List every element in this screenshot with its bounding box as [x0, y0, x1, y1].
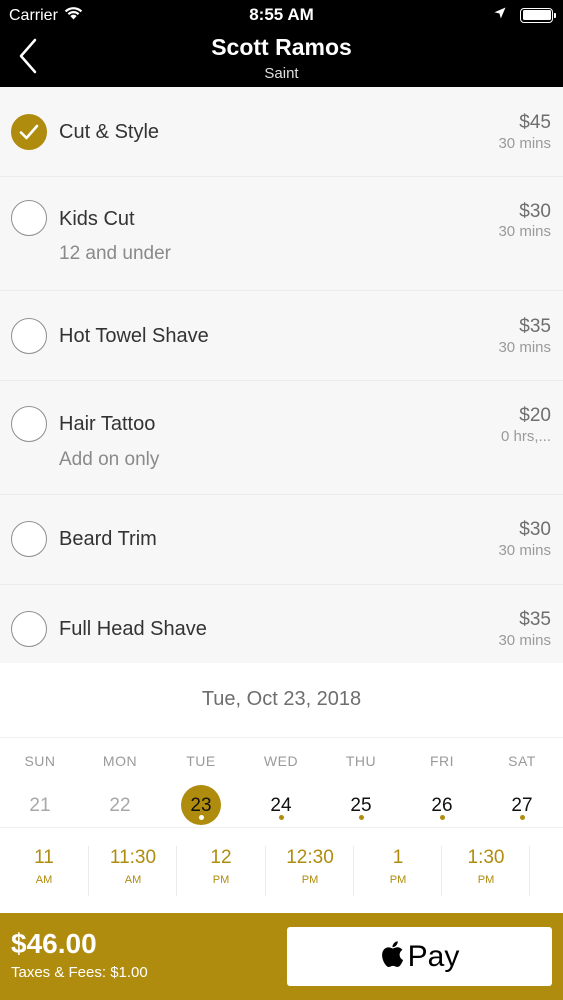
checkbox-checked[interactable]: [11, 114, 47, 150]
service-note: 12 and under: [59, 243, 171, 264]
service-row-full-head-shave[interactable]: Full Head Shave $35 30 mins: [0, 585, 563, 663]
checkbox-unchecked[interactable]: [11, 611, 47, 647]
page-title: Scott Ramos: [211, 34, 352, 60]
checkout-footer: $46.00 Taxes & Fees: $1.00 Pay: [0, 913, 563, 1000]
checkbox-unchecked[interactable]: [11, 406, 47, 442]
service-duration: 0 hrs,...: [500, 428, 551, 445]
day-wed[interactable]: WED 24: [241, 738, 321, 828]
time-period: PM: [301, 874, 319, 886]
time-slot-picker: 11 AM 11:30 AM 12 PM 12:30 PM 1 PM 1:30 …: [0, 828, 563, 913]
service-row-hair-tattoo[interactable]: Hair Tattoo Add on only $20 0 hrs,...: [0, 381, 563, 495]
time-slot-130pm[interactable]: 1:30 PM: [441, 846, 529, 896]
time-slot-1130am[interactable]: 11:30 AM: [88, 846, 176, 896]
nav-bar: Scott Ramos Saint: [0, 30, 563, 87]
service-name: Hot Towel Shave: [59, 325, 209, 347]
pay-label: Pay: [407, 939, 460, 973]
service-name: Cut & Style: [59, 121, 160, 143]
day-number: 26: [431, 795, 453, 816]
service-price: $35: [519, 609, 551, 630]
day-name: WED: [263, 753, 299, 769]
service-price: $35: [519, 316, 551, 337]
service-price: $45: [519, 112, 551, 133]
time-value: 12:30: [286, 847, 334, 868]
time-period: PM: [389, 874, 407, 886]
time-value: 1: [392, 847, 404, 868]
day-number: 21: [29, 795, 51, 816]
availability-dot: [279, 815, 284, 820]
checkmark-icon: [19, 124, 39, 140]
day-number: 27: [511, 795, 533, 816]
taxes-fees-label: Taxes & Fees: $1.00: [11, 964, 148, 981]
day-mon[interactable]: MON 22: [80, 738, 160, 828]
time-slot-1pm[interactable]: 1 PM: [353, 846, 441, 896]
location-arrow-icon: [494, 6, 506, 24]
day-sun[interactable]: SUN 21: [0, 738, 80, 828]
day-sat[interactable]: SAT 27: [482, 738, 562, 828]
time-slot-1230pm[interactable]: 12:30 PM: [265, 846, 353, 896]
day-name: TUE: [186, 753, 216, 769]
week-calendar: SUN 21 MON 22 TUE 23 WED 24 THU 25 FRI 2…: [0, 738, 563, 828]
service-row-beard-trim[interactable]: Beard Trim $30 30 mins: [0, 495, 563, 585]
availability-dot: [359, 815, 364, 820]
battery-icon: [520, 7, 556, 23]
day-name: SUN: [24, 753, 56, 769]
time-period: PM: [477, 874, 495, 886]
time-slot-12pm[interactable]: 12 PM: [176, 846, 264, 896]
service-price: $30: [519, 201, 551, 222]
availability-dot: [520, 815, 525, 820]
service-price: $30: [519, 519, 551, 540]
selected-date-label: Tue, Oct 23, 2018: [201, 688, 362, 710]
service-duration: 30 mins: [498, 339, 551, 356]
service-row-cut-style[interactable]: Cut & Style $45 30 mins: [0, 87, 563, 177]
day-number: 25: [350, 795, 372, 816]
availability-dot: [440, 815, 445, 820]
availability-dot: [199, 815, 204, 820]
day-fri[interactable]: FRI 26: [402, 738, 482, 828]
apple-logo-icon: [380, 940, 404, 973]
service-duration: 30 mins: [498, 632, 551, 649]
service-row-kids-cut[interactable]: Kids Cut 12 and under $30 30 mins: [0, 177, 563, 291]
day-name: MON: [102, 753, 138, 769]
time-value: 1:30: [467, 847, 505, 868]
checkbox-unchecked[interactable]: [11, 318, 47, 354]
service-name: Full Head Shave: [59, 618, 207, 640]
day-name: FRI: [429, 753, 455, 769]
apple-pay-button[interactable]: Pay: [287, 927, 552, 986]
time-slot-next[interactable]: [529, 846, 563, 896]
day-tue-selected[interactable]: TUE 23: [161, 738, 241, 828]
service-note: Add on only: [59, 449, 160, 470]
day-number: 24: [270, 795, 292, 816]
total-price: $46.00: [11, 928, 97, 959]
service-name: Beard Trim: [59, 528, 157, 550]
day-thu[interactable]: THU 25: [321, 738, 401, 828]
page-subtitle: Saint: [264, 65, 299, 82]
time-period: PM: [212, 874, 230, 886]
service-name: Hair Tattoo: [59, 413, 156, 435]
status-bar: Carrier 8:55 AM: [0, 0, 563, 30]
checkbox-unchecked[interactable]: [11, 200, 47, 236]
day-name: THU: [345, 753, 377, 769]
time-value: 11: [34, 847, 54, 868]
status-time: 8:55 AM: [249, 5, 314, 24]
time-period: AM: [124, 874, 142, 886]
time-period: AM: [35, 874, 53, 886]
service-price: $20: [519, 405, 551, 426]
service-row-hot-towel-shave[interactable]: Hot Towel Shave $35 30 mins: [0, 291, 563, 381]
service-duration: 30 mins: [498, 135, 551, 152]
checkbox-unchecked[interactable]: [11, 521, 47, 557]
day-number: 22: [109, 795, 131, 816]
service-duration: 30 mins: [498, 223, 551, 240]
service-name: Kids Cut: [59, 208, 135, 230]
service-duration: 30 mins: [498, 542, 551, 559]
day-name: SAT: [508, 753, 536, 769]
services-list: Cut & Style $45 30 mins Kids Cut 12 and …: [0, 87, 563, 663]
selected-date-header: Tue, Oct 23, 2018: [0, 663, 563, 738]
day-number: 23: [190, 795, 212, 816]
time-slot-11am[interactable]: 11 AM: [0, 846, 88, 896]
time-value: 11:30: [109, 847, 157, 868]
time-value: 12: [210, 847, 232, 868]
